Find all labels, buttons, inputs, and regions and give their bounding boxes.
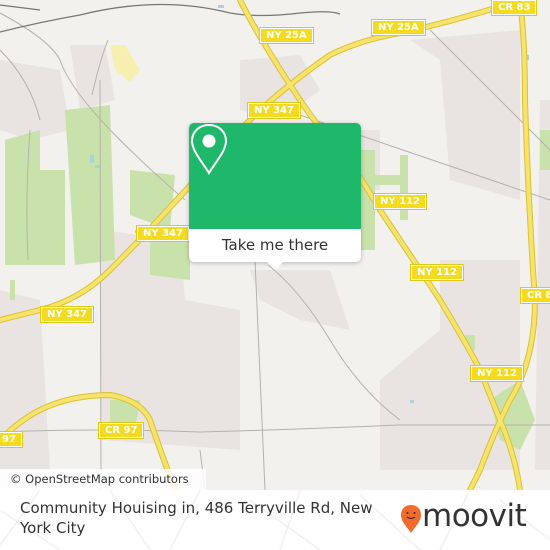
- popup-pointer: [267, 262, 283, 270]
- road-shield-cr97: 97: [0, 431, 23, 448]
- take-me-there-button[interactable]: Take me there: [189, 229, 361, 262]
- location-pin-icon: [190, 123, 228, 175]
- road-shield-ny112: NY 112: [373, 193, 427, 210]
- moovit-pin-icon: [401, 505, 421, 533]
- address-text: Community Houising in, 486 Terryville Rd…: [20, 499, 373, 537]
- popup-header: [189, 123, 361, 229]
- moovit-logo[interactable]: moovit: [400, 498, 530, 540]
- location-popup: Take me there: [189, 123, 361, 270]
- brand-name: moovit: [422, 498, 527, 534]
- road-shield-ny347: NY 347: [247, 102, 301, 119]
- road-shield-ny25a: NY 25A: [259, 27, 314, 44]
- road-shield-ny25a: NY 25A: [371, 19, 426, 36]
- road-shield-cr83: CR 83: [490, 0, 538, 16]
- road-shield-cr8: CR 8: [519, 287, 550, 304]
- road-shield-cr97: CR 97: [97, 422, 145, 439]
- map-attribution[interactable]: © OpenStreetMap contributors: [0, 469, 206, 490]
- road-shield-ny347: NY 347: [40, 306, 94, 323]
- footer: Community Houising in, 486 Terryville Rd…: [0, 490, 550, 550]
- road-shield-ny347: NY 347: [136, 225, 190, 242]
- road-shield-ny112: NY 112: [470, 365, 524, 382]
- map-view[interactable]: NY 25A NY 25A CR 83 NY 347 NY 347 NY 347…: [0, 0, 550, 490]
- road-shield-ny112: NY 112: [410, 264, 464, 281]
